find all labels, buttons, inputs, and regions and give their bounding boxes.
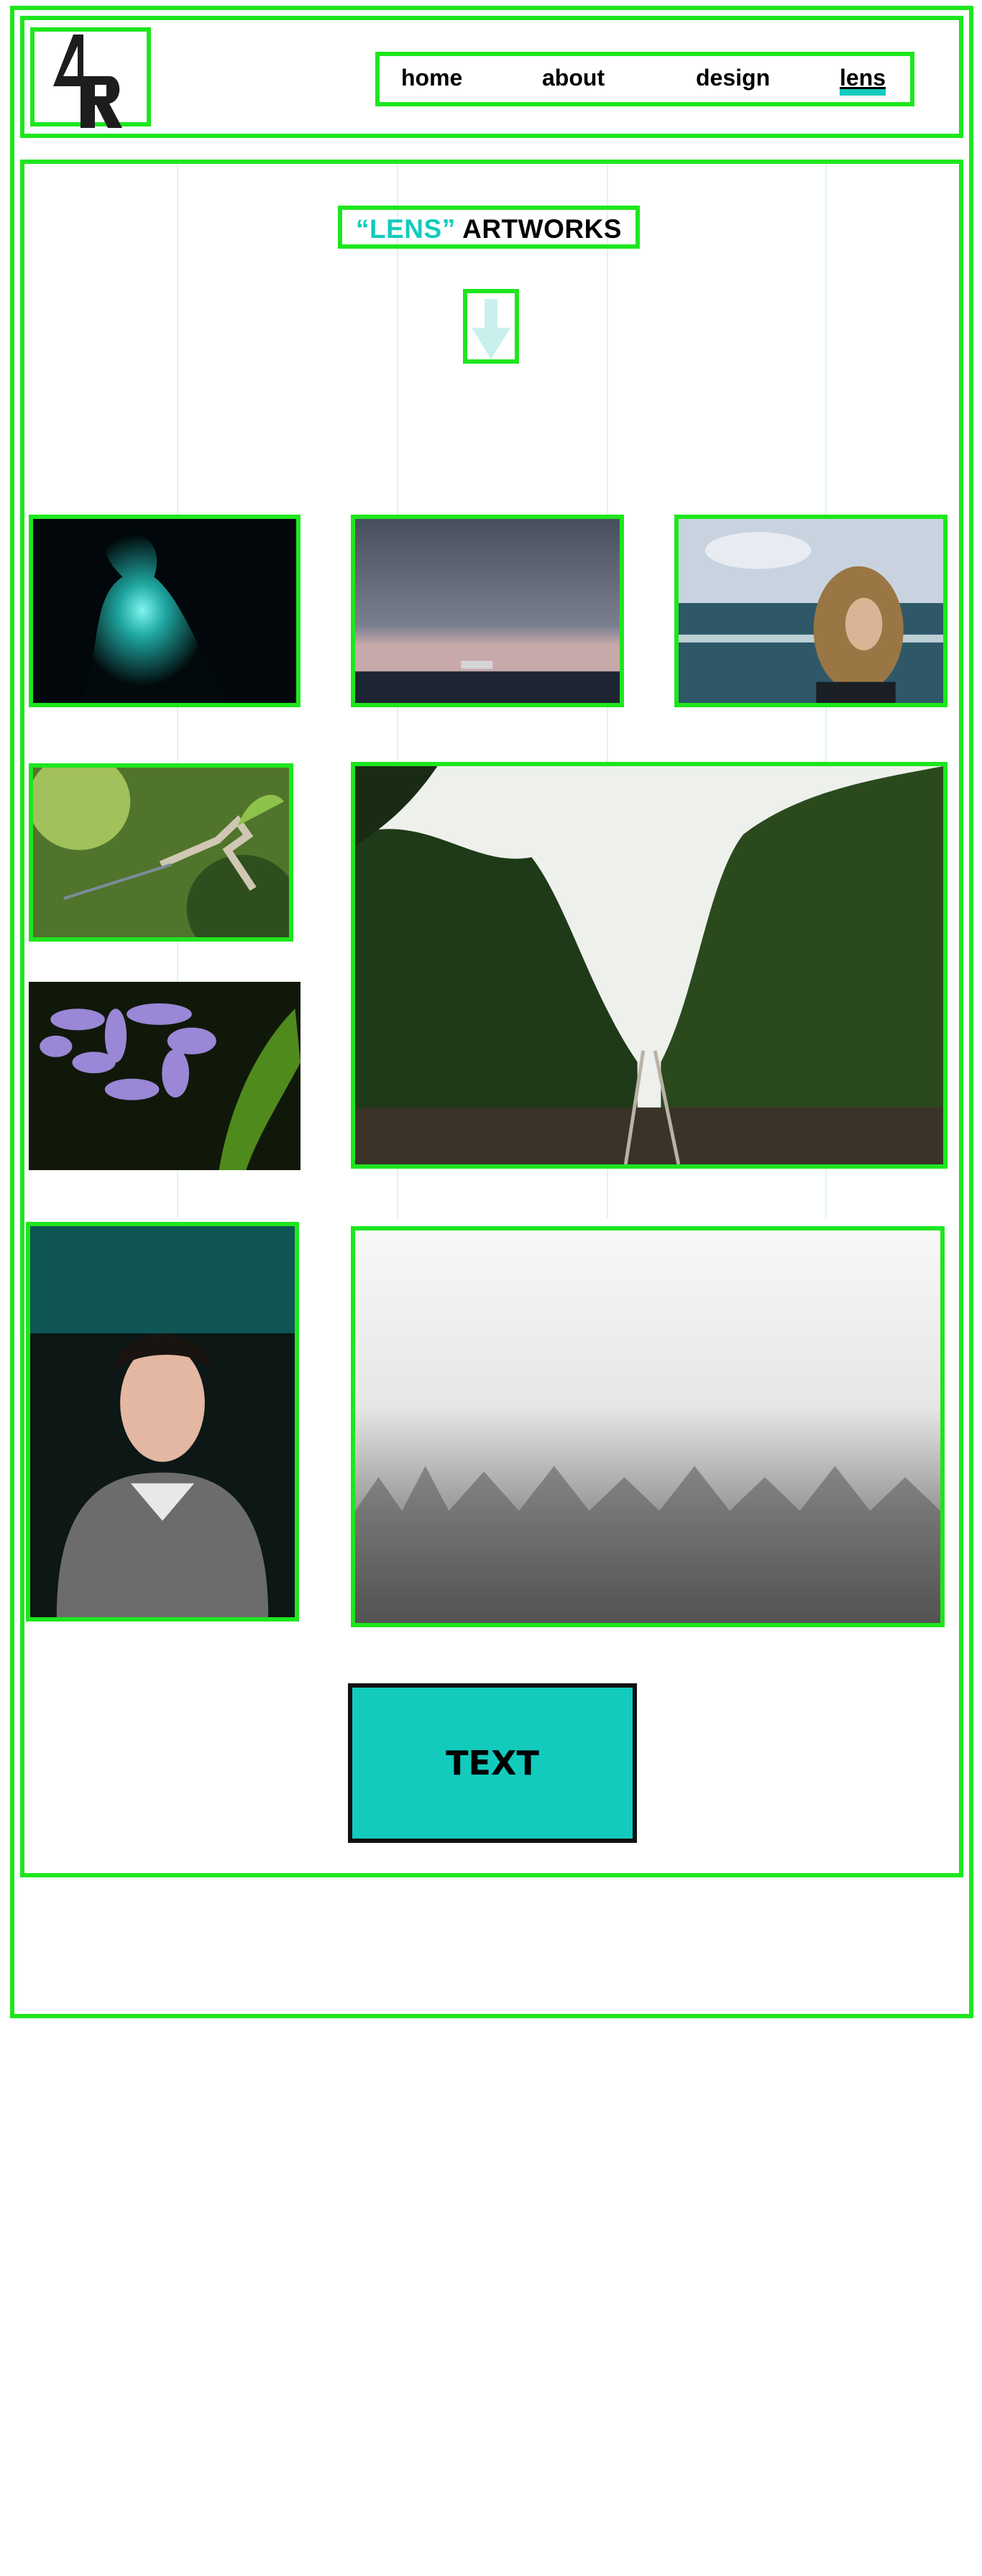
nav-design[interactable]: design (696, 65, 770, 91)
girl-beach-image (679, 519, 943, 703)
foggy-forest-photo[interactable] (351, 1226, 945, 1627)
dragonfly-photo[interactable] (29, 763, 293, 942)
cave-light-image (33, 519, 296, 703)
page-title-rest: ARTWORKS (455, 214, 622, 244)
nav-about[interactable]: about (542, 65, 605, 91)
railway-forest-photo[interactable] (351, 762, 947, 1169)
page-title-box: “LENS” ARTWORKS (338, 206, 640, 249)
nav-lens[interactable]: lens (840, 65, 886, 91)
railway-forest-image (355, 766, 943, 1164)
sea-dusk-image (355, 519, 620, 703)
logo-mark (53, 34, 122, 128)
main-nav: home about design lens (375, 52, 914, 106)
girl-beach-photo[interactable] (674, 515, 947, 707)
logo[interactable]: AR (30, 27, 151, 128)
foggy-forest-image (355, 1230, 940, 1623)
portrait-photo[interactable] (26, 1222, 299, 1622)
page-title: “LENS” ARTWORKS (342, 214, 635, 244)
page-title-accent: “LENS” (356, 214, 456, 244)
cave-light-photo[interactable] (29, 515, 300, 707)
purple-flowers-image (29, 982, 300, 1170)
text-button[interactable]: TEXT (348, 1683, 637, 1843)
purple-flowers-photo[interactable] (29, 982, 300, 1170)
nav-home[interactable]: home (401, 65, 462, 91)
scroll-down-button[interactable] (463, 289, 519, 364)
arrow-down-icon (472, 299, 510, 359)
dragonfly-image (33, 768, 289, 937)
portrait-image (30, 1226, 295, 1617)
sea-dusk-photo[interactable] (351, 515, 624, 707)
